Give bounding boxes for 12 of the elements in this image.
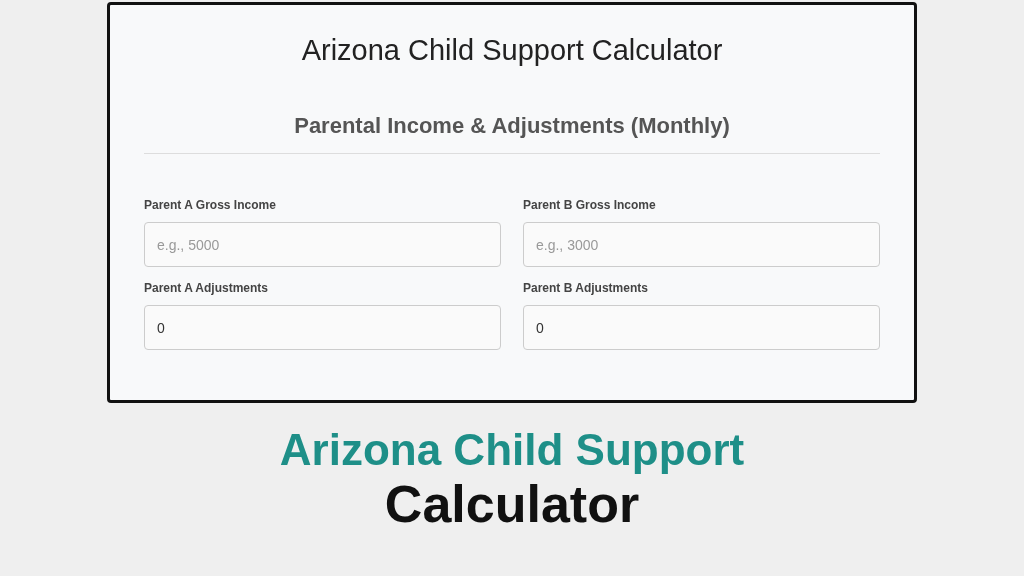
banner-heading: Arizona Child Support (278, 425, 746, 476)
calculator-title: Arizona Child Support Calculator (300, 33, 724, 68)
input-field[interactable]: e.g., 5000 (144, 222, 501, 268)
field-label: Parent A Adjustments (144, 280, 270, 298)
input-field[interactable]: e.g., 3000 (523, 222, 880, 268)
section-title: Parental Income & Adjustments (Monthly) (293, 112, 731, 140)
input-field[interactable]: 0 (523, 305, 880, 351)
banner-heading: Calculator (383, 475, 641, 533)
field-label: Parent A Gross Income (144, 197, 277, 215)
field-label: Parent B Gross Income (523, 197, 657, 215)
field-label: Parent B Adjustments (523, 280, 649, 298)
input-field[interactable]: 0 (144, 305, 501, 351)
